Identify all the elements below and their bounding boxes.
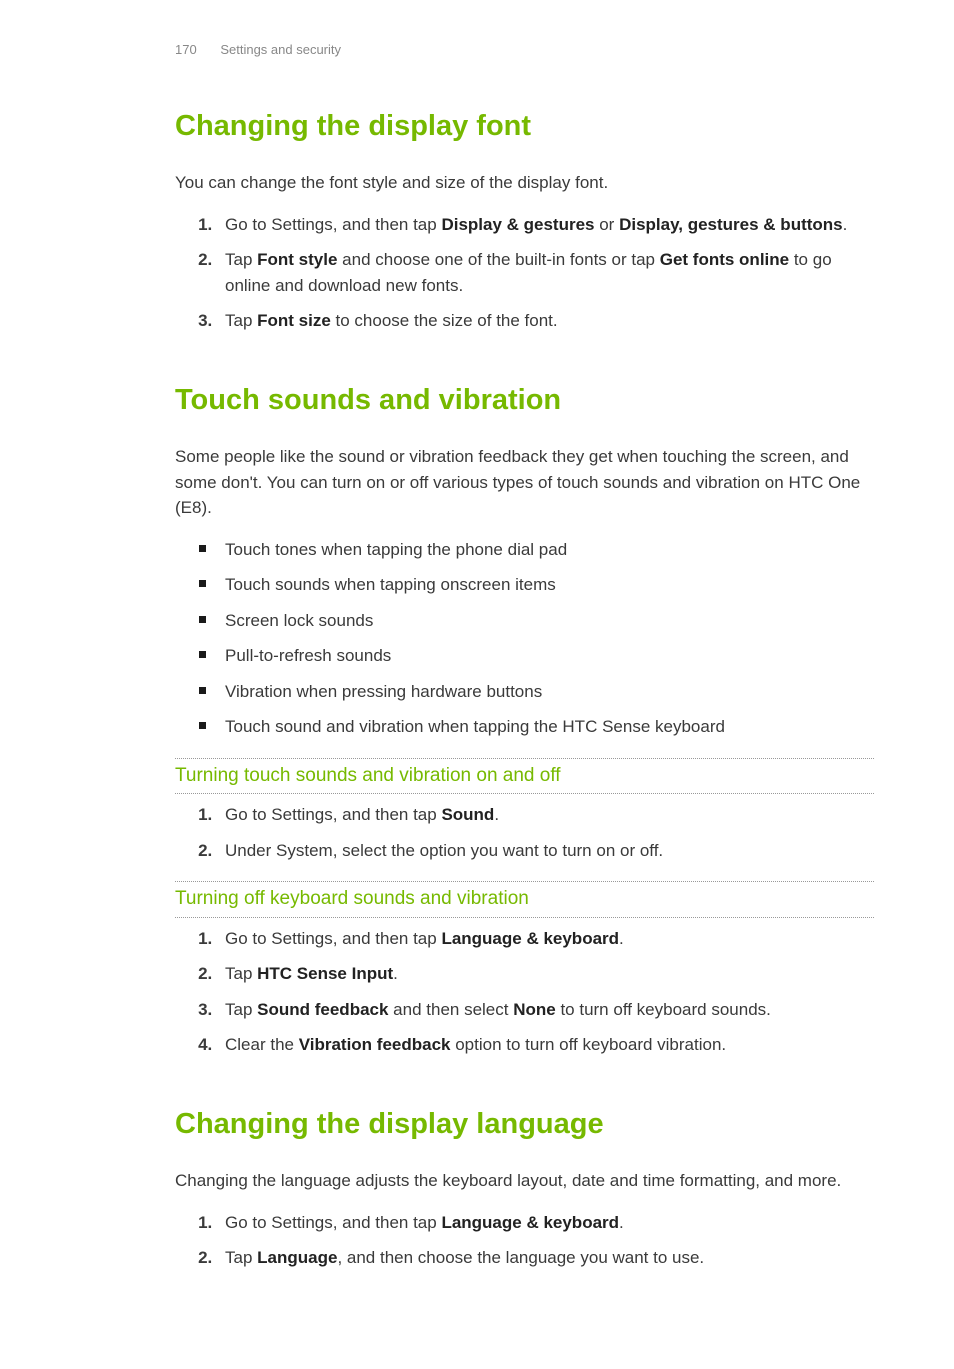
list-item: Vibration when pressing hardware buttons [217, 679, 874, 705]
subheading-turning-on-off: Turning touch sounds and vibration on an… [175, 758, 874, 795]
paragraph: Some people like the sound or vibration … [175, 444, 874, 521]
list-item: Tap Font style and choose one of the bui… [217, 247, 874, 298]
heading-display-font: Changing the display font [175, 105, 874, 149]
list-item: Touch sounds when tapping onscreen items [217, 572, 874, 598]
paragraph: Changing the language adjusts the keyboa… [175, 1168, 874, 1194]
heading-display-language: Changing the display language [175, 1103, 874, 1147]
ordered-list: Go to Settings, and then tap Sound. Unde… [175, 802, 874, 863]
list-item: Tap Language, and then choose the langua… [217, 1245, 874, 1271]
page-number: 170 [175, 42, 197, 57]
section-name: Settings and security [220, 42, 341, 57]
list-item: Go to Settings, and then tap Sound. [217, 802, 874, 828]
bullet-list: Touch tones when tapping the phone dial … [175, 537, 874, 740]
subheading-turning-off-keyboard: Turning off keyboard sounds and vibratio… [175, 881, 874, 918]
list-item: Touch tones when tapping the phone dial … [217, 537, 874, 563]
ordered-list: Go to Settings, and then tap Display & g… [175, 212, 874, 334]
heading-touch-sounds: Touch sounds and vibration [175, 379, 874, 423]
ordered-list: Go to Settings, and then tap Language & … [175, 926, 874, 1058]
list-item: Screen lock sounds [217, 608, 874, 634]
ordered-list: Go to Settings, and then tap Language & … [175, 1210, 874, 1271]
list-item: Go to Settings, and then tap Display & g… [217, 212, 874, 238]
list-item: Under System, select the option you want… [217, 838, 874, 864]
list-item: Tap HTC Sense Input. [217, 961, 874, 987]
page-header: 170 Settings and security [175, 40, 874, 60]
list-item: Go to Settings, and then tap Language & … [217, 926, 874, 952]
list-item: Clear the Vibration feedback option to t… [217, 1032, 874, 1058]
list-item: Pull-to-refresh sounds [217, 643, 874, 669]
list-item: Go to Settings, and then tap Language & … [217, 1210, 874, 1236]
list-item: Tap Sound feedback and then select None … [217, 997, 874, 1023]
list-item: Touch sound and vibration when tapping t… [217, 714, 874, 740]
paragraph: You can change the font style and size o… [175, 170, 874, 196]
list-item: Tap Font size to choose the size of the … [217, 308, 874, 334]
